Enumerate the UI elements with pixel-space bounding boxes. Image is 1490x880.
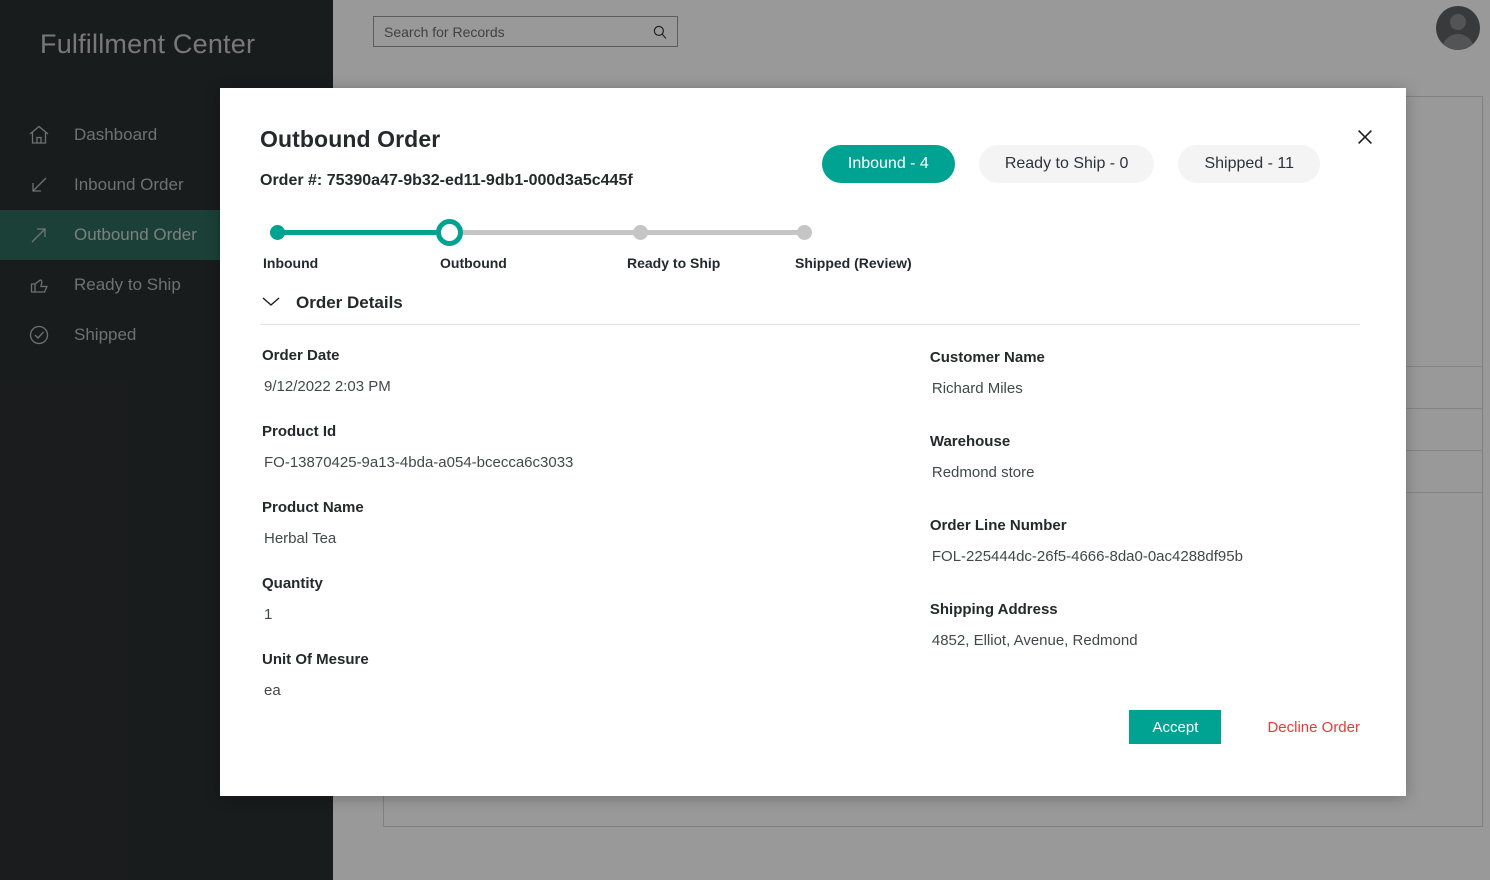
tab-shipped[interactable]: Shipped - 11 (1178, 145, 1320, 183)
stepper-node-shipped[interactable] (797, 225, 812, 240)
field-value: 1 (264, 606, 273, 623)
stepper-label-outbound: Outbound (440, 255, 507, 271)
field-product-name: Product Name Herbal Tea (260, 491, 928, 561)
modal-body: Outbound Order Order #: 75390a47-9b32-ed… (220, 88, 1406, 796)
field-order-date: Order Date 9/12/2022 2:03 PM (260, 339, 928, 409)
field-label: Product Name (262, 499, 364, 516)
field-value: FOL-225444dc-26f5-4666-8da0-0ac4288df95b (931, 548, 1243, 565)
field-shipping-address: Shipping Address 4852, Elliot, Avenue, R… (928, 591, 1360, 669)
chevron-down-icon (260, 294, 282, 313)
details-column-left: Order Date 9/12/2022 2:03 PM Product Id … (260, 339, 928, 719)
field-label: Shipping Address (929, 601, 1058, 618)
tab-ready-to-ship[interactable]: Ready to Ship - 0 (978, 145, 1155, 183)
stepper-track-fill (270, 230, 450, 235)
accept-button[interactable]: Accept (1129, 710, 1222, 744)
tab-inbound[interactable]: Inbound - 4 (821, 145, 955, 183)
order-details-grid: Order Date 9/12/2022 2:03 PM Product Id … (260, 339, 1360, 719)
field-label: Unit Of Mesure (262, 651, 369, 668)
close-icon[interactable] (1350, 122, 1380, 152)
section-title: Order Details (296, 293, 403, 312)
app-root: Fulfillment Center Dashboard Inbound Ord… (0, 0, 1490, 880)
tab-label: Inbound - 4 (847, 155, 929, 172)
stepper-node-outbound[interactable] (436, 219, 463, 246)
field-product-id: Product Id FO-13870425-9a13-4bda-a054-bc… (260, 415, 928, 485)
details-column-right: Customer Name Richard Miles Warehouse Re… (928, 339, 1360, 719)
field-order-line-number: Order Line Number FOL-225444dc-26f5-4666… (928, 507, 1360, 585)
field-label: Order Line Number (929, 517, 1067, 534)
outbound-order-modal: Outbound Order Order #: 75390a47-9b32-ed… (220, 88, 1406, 796)
field-quantity: Quantity 1 (260, 567, 928, 637)
field-value: Herbal Tea (264, 530, 337, 547)
stepper-node-inbound[interactable] (270, 225, 285, 240)
field-value: ea (264, 682, 281, 699)
field-label: Order Date (262, 347, 340, 364)
field-warehouse: Warehouse Redmond store (928, 423, 1360, 501)
field-value: Richard Miles (931, 380, 1023, 397)
stepper-labels: Inbound Outbound Ready to Ship Shipped (… (260, 255, 912, 275)
field-label: Quantity (262, 575, 323, 592)
tab-label: Shipped - 11 (1204, 155, 1294, 172)
order-details-section-toggle[interactable]: Order Details (260, 293, 1360, 313)
field-label: Product Id (262, 423, 337, 440)
field-label: Warehouse (929, 433, 1011, 450)
field-value: FO-13870425-9a13-4bda-a054-bcecca6c3033 (264, 454, 574, 471)
section-divider (260, 324, 1360, 325)
field-value: 4852, Elliot, Avenue, Redmond (931, 632, 1138, 649)
field-label: Customer Name (929, 349, 1045, 366)
status-tabs: Inbound - 4 Ready to Ship - 0 Shipped - … (821, 145, 1320, 183)
stepper-label-shipped: Shipped (Review) (795, 255, 912, 271)
stepper-node-ready-to-ship[interactable] (633, 225, 648, 240)
order-progress-stepper (260, 218, 820, 246)
field-customer-name: Customer Name Richard Miles (928, 339, 1360, 417)
field-value: 9/12/2022 2:03 PM (264, 378, 391, 395)
tab-label: Ready to Ship - 0 (1004, 155, 1129, 172)
stepper-label-ready-to-ship: Ready to Ship (627, 255, 721, 271)
stepper-label-inbound: Inbound (263, 255, 319, 271)
field-value: Redmond store (931, 464, 1035, 481)
modal-actions: Accept Decline Order (1129, 710, 1360, 744)
field-unit-of-measure: Unit Of Mesure ea (260, 643, 928, 713)
decline-order-button[interactable]: Decline Order (1267, 719, 1360, 736)
